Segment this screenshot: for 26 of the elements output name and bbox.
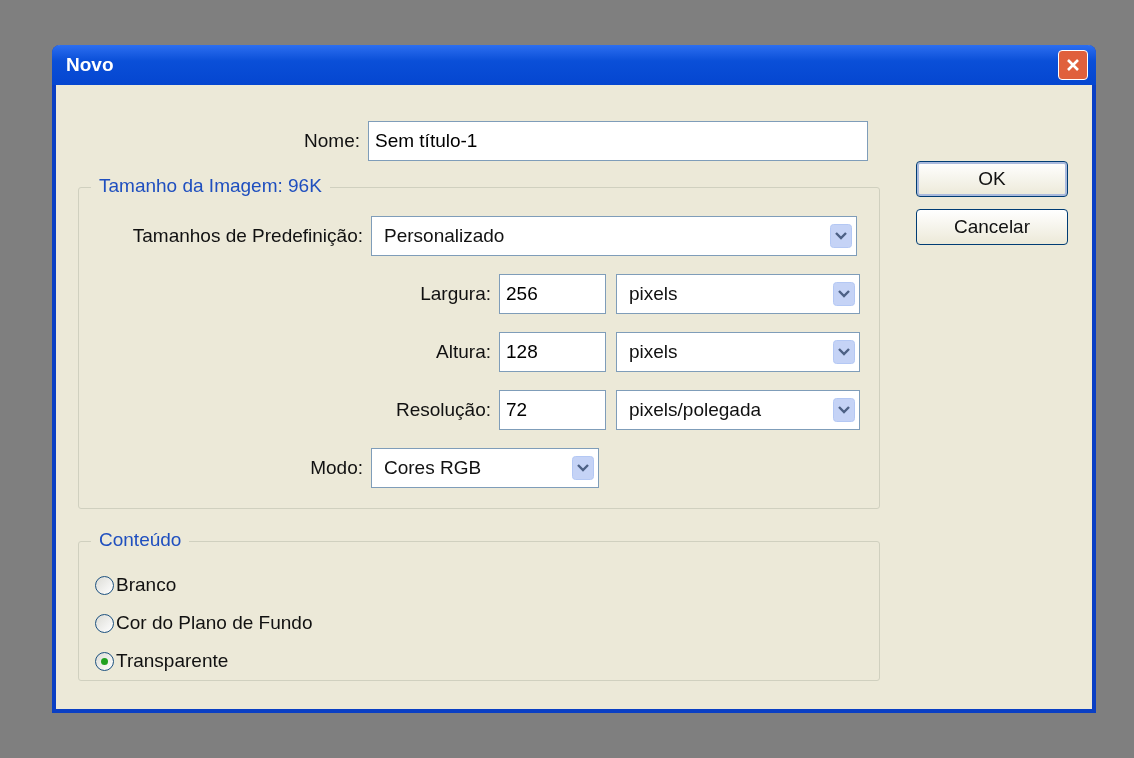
dialog-button[interactable]: OK — [916, 161, 1068, 197]
close-icon — [1066, 58, 1080, 72]
radio-option[interactable]: Branco — [95, 566, 177, 604]
field-label: Modo: — [309, 457, 364, 479]
number-field[interactable]: 72 — [499, 390, 606, 430]
mode-dropdown[interactable]: Cores RGB — [371, 448, 599, 488]
dialog-button[interactable]: Cancelar — [916, 209, 1068, 245]
preset-dropdown[interactable]: Personalizado — [371, 216, 857, 256]
unit-dropdown[interactable]: pixels — [616, 274, 860, 314]
field-label: Resolução: — [394, 399, 492, 421]
unit-dropdown[interactable]: pixels — [616, 332, 860, 372]
number-field[interactable]: 128 — [499, 332, 606, 372]
radio-option[interactable]: Transparente — [95, 642, 229, 680]
field-label: Nome: — [303, 130, 361, 152]
field-label: Largura: — [419, 283, 492, 305]
field-label: Tamanhos de Predefinição: — [131, 225, 364, 247]
number-field[interactable]: 256 — [499, 274, 606, 314]
field-label: Altura: — [435, 341, 492, 363]
close-button[interactable] — [1058, 50, 1088, 80]
radio-button[interactable] — [95, 651, 114, 671]
name-field[interactable]: Sem título-1 — [368, 121, 868, 161]
window-title: Novo — [66, 54, 114, 76]
radio-option[interactable]: Cor do Plano de Fundo — [95, 604, 313, 642]
unit-dropdown[interactable]: pixels/polegada — [616, 390, 860, 430]
radio-button[interactable] — [95, 613, 114, 633]
radio-button[interactable] — [95, 575, 114, 595]
